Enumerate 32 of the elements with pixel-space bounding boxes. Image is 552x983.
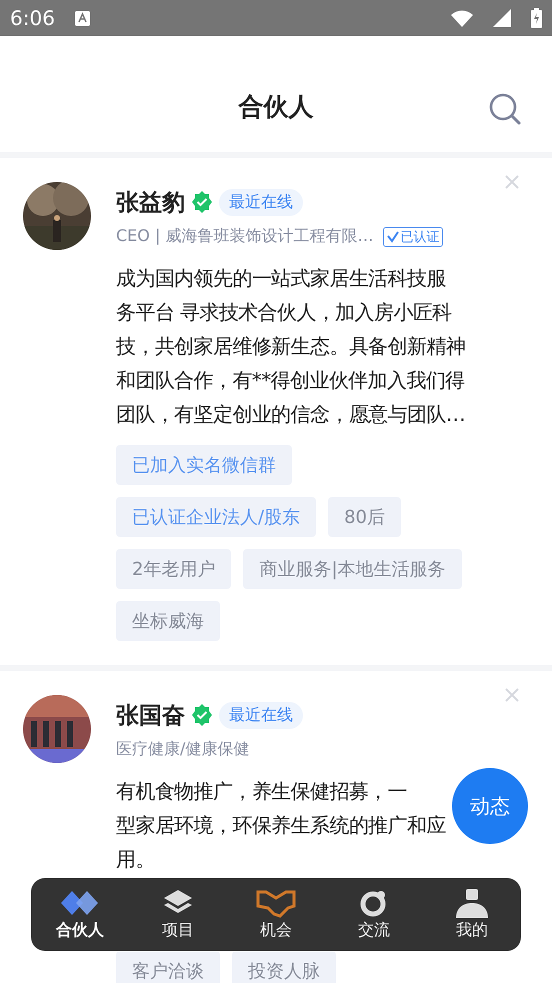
user-name: 张国奋 <box>116 702 185 730</box>
profile-tag: 已加入实名微信群 <box>116 445 292 485</box>
tab-item[interactable]: 合伙人 <box>40 888 120 941</box>
presence-badge: 最近在线 <box>219 188 303 216</box>
wifi-icon <box>451 10 473 26</box>
profile-tag: 已认证企业法人/股东 <box>116 497 316 537</box>
moments-button[interactable]: 动态 <box>452 768 528 844</box>
close-icon[interactable] <box>504 174 520 190</box>
profile-tag: 80后 <box>328 497 401 537</box>
user-subtitle: CEO | 威海鲁班装饰设计工程有限… <box>116 226 374 247</box>
user-subtitle: 医疗健康/健康保健 <box>116 739 250 760</box>
certified-badge: 已认证 <box>383 226 444 246</box>
profile-tag: 投资人脉 <box>232 951 336 983</box>
keyboard-icon <box>74 10 90 26</box>
close-icon[interactable] <box>504 687 520 703</box>
tab-item[interactable]: 交流 <box>334 888 414 941</box>
profile-tag: 2年老用户 <box>116 549 232 589</box>
profile-tag: 商业服务|本地生活服务 <box>243 549 462 589</box>
page-title: 合伙人 <box>238 90 314 122</box>
tab-item[interactable]: 机会 <box>236 888 316 941</box>
user-name: 张益豹 <box>116 188 185 218</box>
search-icon[interactable] <box>488 92 522 126</box>
presence-badge: 最近在线 <box>219 702 303 728</box>
tab-item[interactable]: 我的 <box>432 888 512 941</box>
user-description: 有机食物推广，养生保健招募，一 型家居环境，环保养生系统的推广和应 用。 <box>116 778 446 873</box>
profile-tag: 客户洽谈 <box>116 951 220 983</box>
tab-item[interactable]: 项目 <box>138 888 218 941</box>
user-description: 成为国内领先的一站式家居生活科技服 务平台 寻求技术合伙人，加入房小匠科 技，共创家居维修新生态。具备创新精神 和团队合作，有**得创业伙伴加入我们得 团队，有坚定创业的信念，愿意与团队… <box>116 265 466 428</box>
signal-icon <box>493 9 511 27</box>
status-time: 6:06 <box>10 6 55 30</box>
battery-icon <box>531 8 542 28</box>
profile-tag: 坐标威海 <box>116 601 220 641</box>
